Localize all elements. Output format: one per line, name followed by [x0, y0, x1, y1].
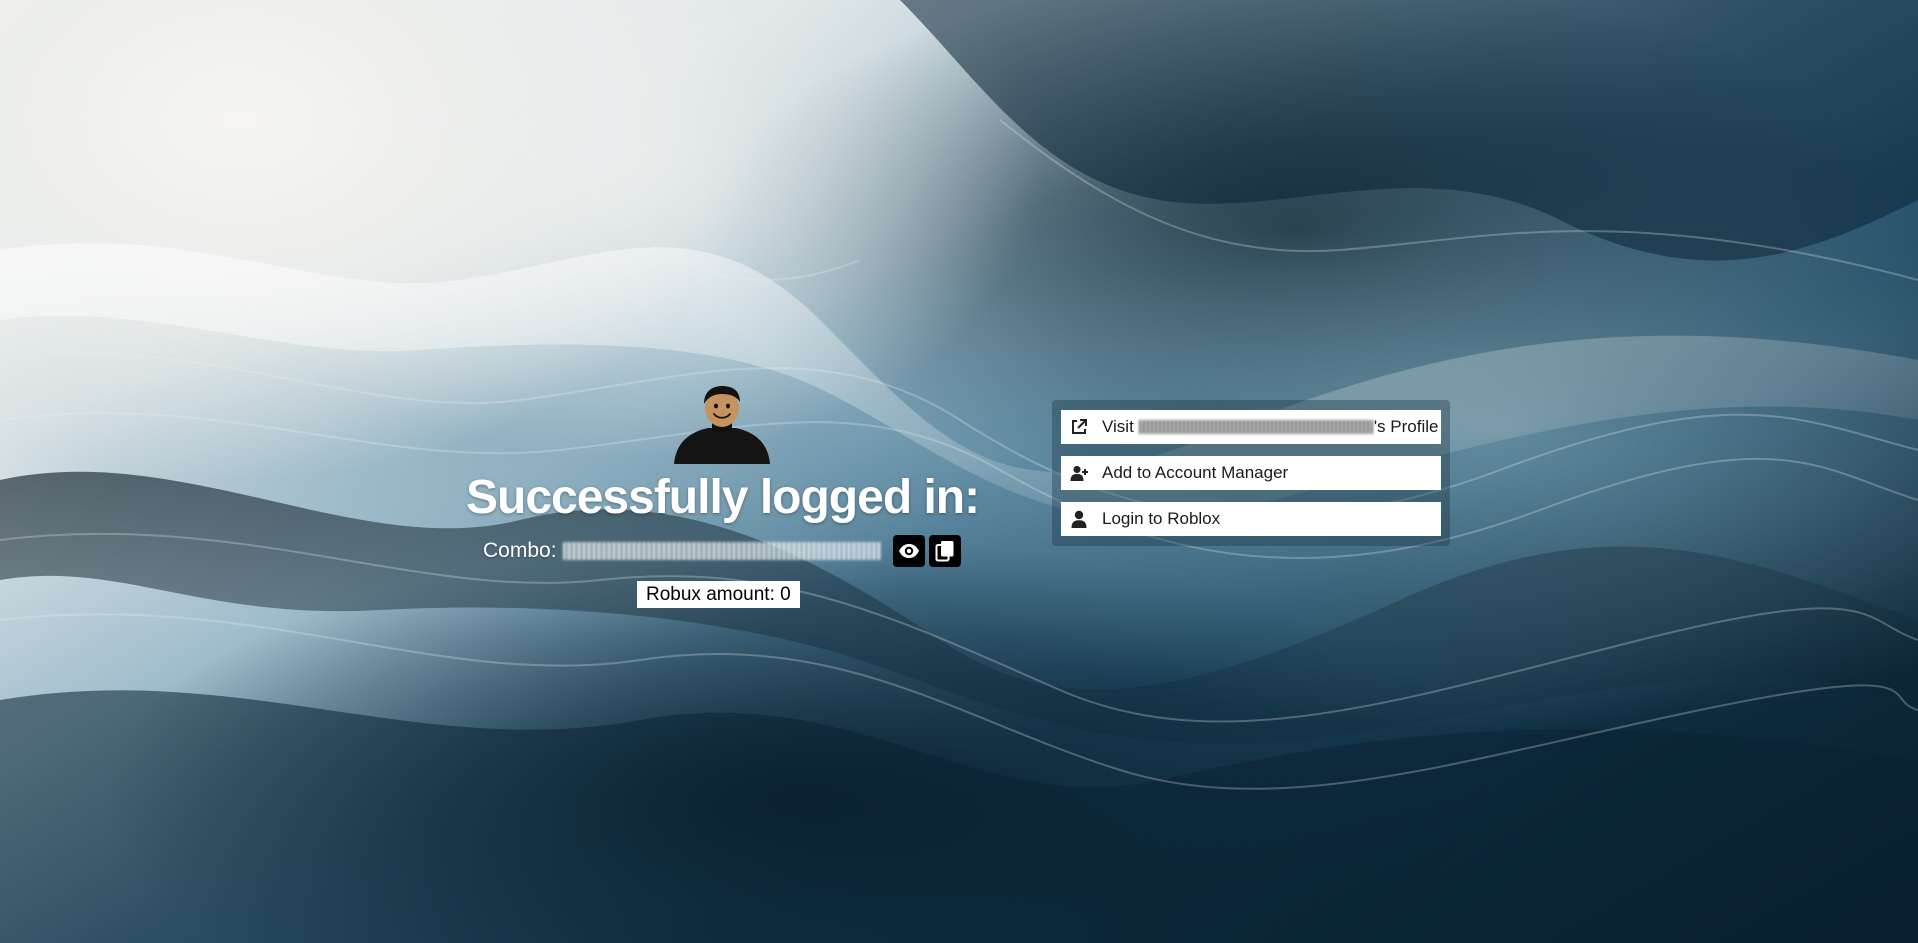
- add-to-account-manager-label: Add to Account Manager: [1102, 463, 1289, 482]
- add-to-account-manager-button[interactable]: Add to Account Manager: [1061, 456, 1441, 490]
- login-to-roblox-label: Login to Roblox: [1102, 509, 1221, 528]
- show-combo-button[interactable]: [892, 535, 925, 567]
- copy-combo-button[interactable]: [928, 535, 961, 567]
- combo-label: Combo:: [483, 539, 557, 562]
- user-plus-icon: [1069, 463, 1089, 483]
- page-background: Successfully logged in: Combo: Robux amo…: [0, 0, 1918, 943]
- login-to-roblox-button[interactable]: Login to Roblox: [1061, 502, 1441, 536]
- user-icon: [1069, 509, 1089, 529]
- roblox-avatar-icon: [674, 386, 770, 464]
- visit-profile-button[interactable]: Visit 's Profile: [1061, 410, 1441, 444]
- combo-row: Combo:: [483, 534, 961, 568]
- visit-label-prefix: Visit: [1102, 417, 1134, 436]
- page-title: Successfully logged in:: [466, 471, 980, 524]
- robux-amount-badge: Robux amount: 0: [637, 581, 800, 608]
- copy-icon: [935, 541, 954, 562]
- combo-value-hidden: [562, 542, 881, 560]
- visit-label-suffix: 's Profile: [1373, 417, 1439, 436]
- username-hidden: [1138, 420, 1373, 434]
- eye-icon: [898, 544, 919, 558]
- external-link-icon: [1069, 417, 1089, 437]
